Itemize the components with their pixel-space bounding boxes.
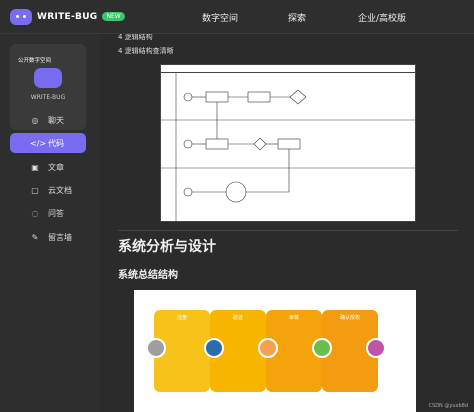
sidebar-item-label: 聊天: [48, 115, 64, 125]
top-bar: WRITE-BUG NEW 数字空间 探索 企业/高校版: [0, 0, 474, 34]
stage-circle-gray: [146, 338, 166, 358]
brand-name: WRITE-BUG: [37, 11, 98, 22]
sidebar-item-label: 问答: [48, 208, 64, 218]
stage-circle-orange: [258, 338, 278, 358]
sidebar-item-label: 文章: [48, 162, 64, 172]
sidebar: 公开数字空间 WRITE-BUG ◎ 聊天 </> 代码 ▣ 文章 ▢ 云文档 …: [0, 34, 100, 412]
qa-icon: ◌: [31, 208, 39, 218]
sidebar-item-message-wall[interactable]: ✎ 留言墙: [10, 227, 86, 247]
new-badge: NEW: [102, 12, 125, 21]
subsection-title: 系统总结结构: [118, 270, 178, 281]
sidebar-item-qa[interactable]: ◌ 问答: [10, 203, 86, 223]
robot-logo-icon: [10, 8, 32, 25]
watermark: CSDN @yuxb8d: [428, 403, 468, 409]
nav-explore[interactable]: 探索: [288, 0, 306, 34]
section-title: 系统分析与设计: [118, 239, 216, 255]
sidebar-item-chat[interactable]: ◎ 聊天: [10, 110, 86, 130]
sidebar-item-code[interactable]: </> 代码: [10, 133, 86, 153]
logo[interactable]: WRITE-BUG NEW: [10, 8, 125, 25]
code-icon: </>: [30, 138, 47, 148]
stage-circle-purple: [366, 338, 386, 358]
promo-title: 公开数字空间: [18, 58, 52, 64]
stage-circle-green: [312, 338, 332, 358]
divider: [118, 230, 458, 231]
robot-icon: [34, 68, 62, 88]
doc-line-diagram: 4 逻辑结构查清晰: [118, 47, 174, 55]
promo-brand: WRITE-BUG: [30, 94, 66, 101]
system-flow-image: 注册 验证 审核 确认授权: [134, 290, 416, 412]
sidebar-item-cloud-doc[interactable]: ▢ 云文档: [10, 180, 86, 200]
main-content: 4 逻辑结构 4 逻辑结构查清晰 系统分析与设计 系统总结结构 注册 验证 审核…: [100, 34, 474, 412]
sidebar-item-label: 云文档: [48, 185, 72, 195]
cloud-doc-icon: ▢: [31, 185, 39, 195]
nav-digital-space[interactable]: 数字空间: [202, 0, 238, 34]
sidebar-item-label: 留言墙: [48, 232, 72, 242]
sidebar-item-label: 代码: [48, 138, 64, 148]
sidebar-item-article[interactable]: ▣ 文章: [10, 157, 86, 177]
chat-icon: ◎: [31, 115, 39, 125]
swimlane-diagram-image: [160, 64, 416, 222]
message-wall-icon: ✎: [31, 232, 39, 242]
nav-enterprise[interactable]: 企业/高校版: [358, 0, 406, 34]
stage-circle-blue: [204, 338, 224, 358]
article-icon: ▣: [31, 162, 39, 172]
doc-line-top: 4 逻辑结构: [118, 34, 153, 41]
